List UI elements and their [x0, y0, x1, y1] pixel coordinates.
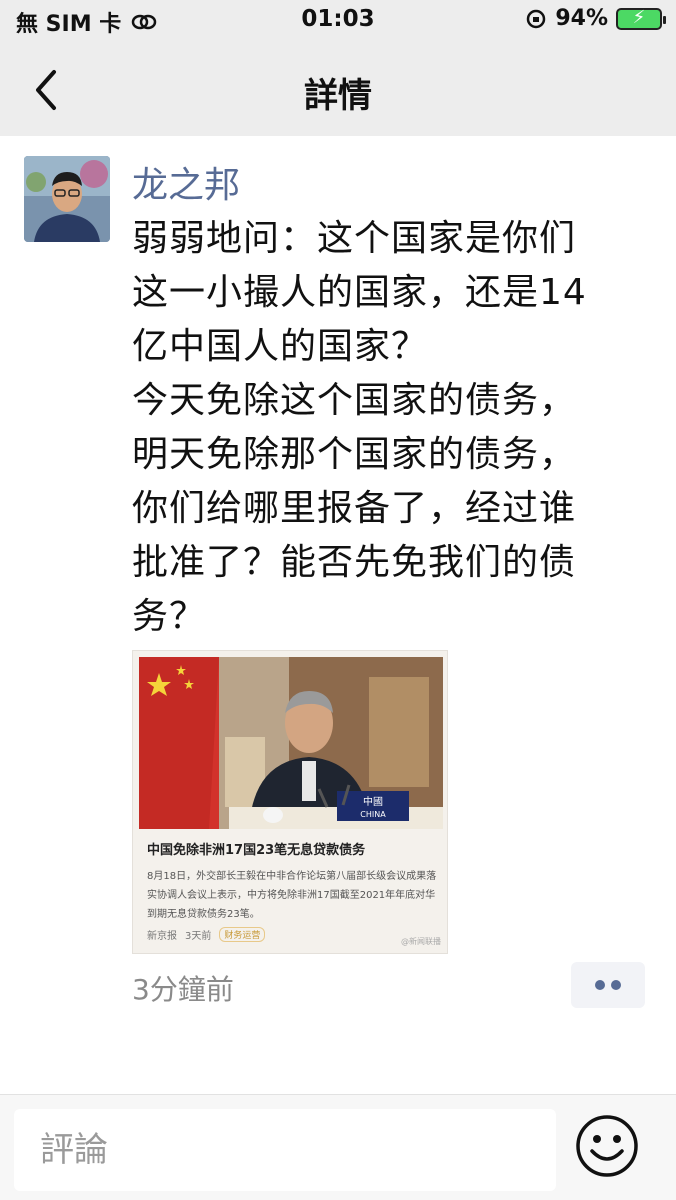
battery-status: 94% ⚡	[525, 6, 666, 31]
news-time: 3天前	[185, 931, 212, 942]
post-timestamp: 3分鐘前	[132, 973, 234, 1006]
avatar[interactable]	[24, 156, 110, 242]
news-body: 8月18日，外交部长王毅在中非合作论坛第八届部长级会议成果落实协调人会议上表示，…	[147, 871, 437, 920]
author-name[interactable]: 龙之邦	[132, 156, 240, 208]
more-actions-button[interactable]	[571, 962, 645, 1008]
news-meta: 新京报 3天前 财务运营	[147, 927, 266, 942]
comment-bar	[0, 1094, 676, 1200]
news-headline: 中国免除非洲17国23笔无息贷款债务	[147, 843, 366, 858]
nav-bar: 詳情	[0, 44, 676, 136]
post-text: 弱弱地问：这个国家是你们 这一小撮人的国家，还是14 亿中国人的国家？ 今天免除…	[132, 218, 587, 637]
nameplate-cn: 中國	[363, 795, 383, 808]
battery-icon: ⚡	[616, 7, 666, 30]
page-title: 詳情	[304, 76, 372, 116]
comment-input[interactable]	[14, 1109, 556, 1191]
nameplate-en: CHINA	[360, 810, 386, 819]
dot-icon	[611, 980, 621, 990]
rotation-lock-icon	[527, 9, 546, 28]
news-image[interactable]: 中國 CHINA 中国免除非洲17国23笔无息贷款债务 8月18日，外交部长王毅…	[132, 650, 448, 954]
news-photo: 中國 CHINA	[139, 657, 443, 829]
dot-icon	[595, 980, 605, 990]
status-bar: 無 SIM 卡 01:03 94% ⚡	[0, 0, 676, 44]
emoji-icon[interactable]	[574, 1113, 640, 1179]
news-tag: 财务运营	[219, 927, 266, 942]
news-source: 新京报	[147, 931, 177, 942]
battery-percent: 94%	[555, 6, 608, 31]
watermark: @新闻联播	[401, 937, 441, 946]
